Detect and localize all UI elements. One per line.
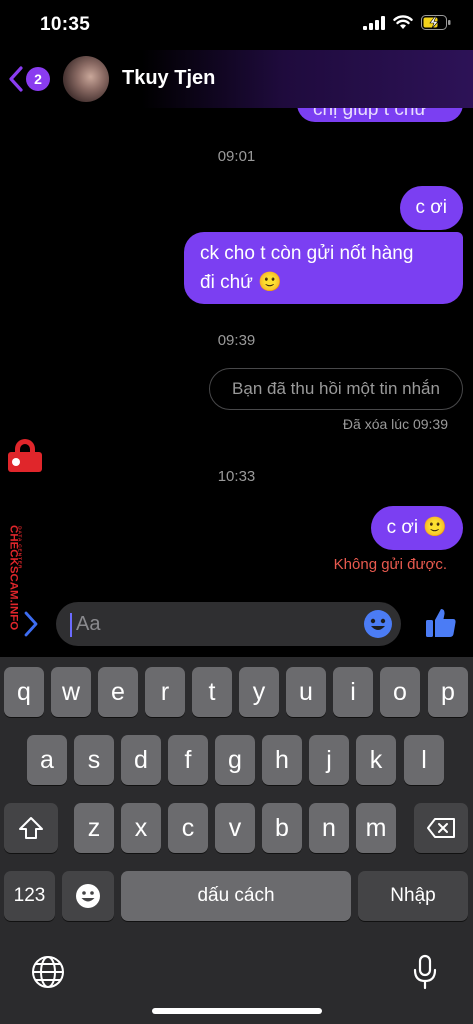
key-h[interactable]: h bbox=[262, 735, 302, 785]
input-bar bbox=[0, 600, 473, 650]
thumbs-up-icon[interactable] bbox=[424, 606, 458, 640]
timestamp: 10:33 bbox=[217, 468, 256, 485]
key-t[interactable]: t bbox=[192, 667, 232, 717]
message-input[interactable] bbox=[76, 602, 346, 646]
unread-badge: 2 bbox=[26, 67, 50, 91]
key-v[interactable]: v bbox=[215, 803, 255, 853]
return-key[interactable]: Nhập bbox=[358, 871, 468, 921]
microphone-icon[interactable] bbox=[412, 954, 438, 990]
key-e[interactable]: e bbox=[98, 667, 138, 717]
key-r[interactable]: r bbox=[145, 667, 185, 717]
globe-icon[interactable] bbox=[31, 955, 65, 989]
key-j[interactable]: j bbox=[309, 735, 349, 785]
key-b[interactable]: b bbox=[262, 803, 302, 853]
status-time: 10:35 bbox=[40, 14, 91, 35]
key-k[interactable]: k bbox=[356, 735, 396, 785]
shift-icon bbox=[19, 817, 43, 839]
emoji-icon[interactable] bbox=[363, 609, 393, 639]
timestamp: 09:01 bbox=[217, 148, 256, 165]
chat-header: 2 Tkuy Tjen bbox=[0, 50, 473, 108]
backspace-icon bbox=[427, 818, 455, 838]
svg-text:DATA CENTER: DATA CENTER bbox=[17, 526, 23, 569]
numbers-key[interactable]: 123 bbox=[4, 871, 55, 921]
keyboard: q w e r t y u i o p a s d f g h j k l z … bbox=[0, 657, 473, 1024]
message-composer[interactable] bbox=[56, 602, 401, 646]
message-bubble[interactable]: c ơi 🙂 bbox=[370, 506, 463, 550]
status-bar: 10:35 bbox=[0, 0, 473, 50]
contact-name[interactable]: Tkuy Tjen bbox=[122, 67, 215, 90]
key-l[interactable]: l bbox=[404, 735, 444, 785]
key-a[interactable]: a bbox=[27, 735, 67, 785]
watermark-text: CHECKSCAM.INFO DATA CENTER bbox=[7, 525, 23, 630]
key-z[interactable]: z bbox=[74, 803, 114, 853]
message-bubble[interactable]: ck cho t còn gửi nốt hàng đi chứ 🙂 bbox=[184, 232, 463, 304]
avatar[interactable] bbox=[63, 56, 109, 102]
key-w[interactable]: w bbox=[51, 667, 91, 717]
status-icons bbox=[363, 15, 451, 30]
chat-area[interactable]: chị giúp t chữ xem.. 09:01 c ơi ck cho t… bbox=[0, 50, 473, 600]
message-bubble[interactable]: c ơi bbox=[399, 186, 463, 230]
recalled-message-bubble[interactable]: Bạn đã thu hồi một tin nhắn bbox=[209, 368, 463, 410]
key-i[interactable]: i bbox=[333, 667, 373, 717]
timestamp: 09:39 bbox=[217, 332, 256, 349]
emoji-key[interactable] bbox=[62, 871, 114, 921]
backspace-key[interactable] bbox=[414, 803, 468, 853]
key-g[interactable]: g bbox=[215, 735, 255, 785]
key-s[interactable]: s bbox=[74, 735, 114, 785]
shift-key[interactable] bbox=[4, 803, 58, 853]
space-key[interactable]: dấu cách bbox=[121, 871, 351, 921]
wifi-icon bbox=[393, 15, 413, 29]
key-y[interactable]: y bbox=[239, 667, 279, 717]
key-q[interactable]: q bbox=[4, 667, 44, 717]
key-c[interactable]: c bbox=[168, 803, 208, 853]
back-button[interactable]: 2 bbox=[8, 64, 54, 94]
watermark: CHECKSCAM.INFO DATA CENTER bbox=[0, 436, 50, 666]
chevron-left-icon bbox=[9, 66, 23, 92]
key-x[interactable]: x bbox=[121, 803, 161, 853]
emoji-keyboard-icon bbox=[76, 884, 100, 908]
key-f[interactable]: f bbox=[168, 735, 208, 785]
text-cursor bbox=[70, 613, 72, 637]
key-u[interactable]: u bbox=[286, 667, 326, 717]
key-p[interactable]: p bbox=[428, 667, 468, 717]
lock-icon bbox=[8, 439, 42, 472]
battery-icon bbox=[421, 15, 451, 30]
deleted-note: Đã xóa lúc 09:39 bbox=[342, 416, 448, 432]
key-n[interactable]: n bbox=[309, 803, 349, 853]
signal-icon bbox=[363, 15, 385, 30]
key-m[interactable]: m bbox=[356, 803, 396, 853]
key-o[interactable]: o bbox=[380, 667, 420, 717]
home-indicator bbox=[152, 1008, 322, 1014]
send-error-label: Không gửi được. bbox=[333, 556, 447, 573]
key-d[interactable]: d bbox=[121, 735, 161, 785]
